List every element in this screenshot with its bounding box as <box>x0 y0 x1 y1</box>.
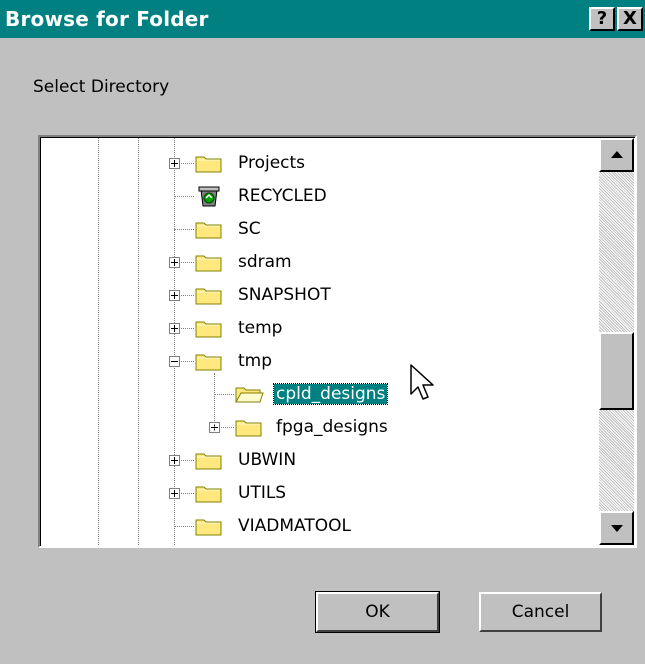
tree-item[interactable]: tmp <box>236 351 274 371</box>
collapse-icon[interactable] <box>169 356 180 367</box>
tree-item[interactable]: Projects <box>236 153 307 173</box>
arrow-up-icon <box>611 151 623 158</box>
cancel-button[interactable]: Cancel <box>479 592 602 632</box>
tree-item[interactable]: sdram <box>236 252 294 272</box>
title-bar[interactable]: Browse for Folder ? X <box>0 0 645 38</box>
folder-icon <box>194 251 224 273</box>
tree-connector-line <box>174 526 194 527</box>
expand-icon[interactable] <box>169 257 180 268</box>
tree-item[interactable]: fpga_designs <box>274 417 390 437</box>
tree-item-selected[interactable]: cpld_designs <box>272 383 389 405</box>
tree-item[interactable]: temp <box>236 318 284 338</box>
tree-guide-line <box>138 138 139 545</box>
folder-icon <box>194 482 224 504</box>
tree-item[interactable]: UBWIN <box>236 450 298 470</box>
vertical-scrollbar[interactable] <box>599 138 634 545</box>
folder-icon <box>194 515 224 537</box>
expand-icon[interactable] <box>169 158 180 169</box>
tree-guide-line <box>98 138 99 545</box>
tree-connector-line <box>214 394 234 395</box>
prompt-label: Select Directory <box>33 77 170 97</box>
expand-icon[interactable] <box>169 488 180 499</box>
help-button[interactable]: ? <box>589 7 615 31</box>
scroll-thumb[interactable] <box>599 332 634 410</box>
scroll-up-button[interactable] <box>599 138 634 172</box>
tree-item[interactable]: SC <box>236 219 263 239</box>
tree-item[interactable]: VIADMATOOL <box>236 516 353 536</box>
tree-guide-line <box>214 373 215 431</box>
folder-icon <box>194 218 224 240</box>
tree-item[interactable]: SNAPSHOT <box>236 285 333 305</box>
tree-connector-line <box>174 196 194 197</box>
arrow-down-icon <box>611 525 623 532</box>
folder-icon <box>194 317 224 339</box>
folder-tree[interactable]: Projects RECYCLED SC sdram SNAPSHOT temp tmp cp… <box>38 135 637 548</box>
tree-guide-line <box>174 138 175 545</box>
close-button[interactable]: X <box>617 7 643 31</box>
mouse-pointer-icon <box>410 364 434 400</box>
expand-icon[interactable] <box>169 455 180 466</box>
folder-icon <box>194 152 224 174</box>
folder-tree-view[interactable]: Projects RECYCLED SC sdram SNAPSHOT temp tmp cp… <box>40 137 635 546</box>
folder-icon <box>194 449 224 471</box>
tree-item[interactable]: UTILS <box>236 483 288 503</box>
folder-icon <box>194 350 224 372</box>
recycle-bin-icon <box>194 185 224 207</box>
window-title: Browse for Folder <box>5 7 209 31</box>
expand-icon[interactable] <box>169 290 180 301</box>
ok-button[interactable]: OK <box>315 591 440 633</box>
scroll-down-button[interactable] <box>599 511 634 545</box>
tree-item[interactable]: RECYCLED <box>236 186 329 206</box>
tree-connector-line <box>174 229 194 230</box>
expand-icon[interactable] <box>169 323 180 334</box>
folder-icon <box>194 284 224 306</box>
folder-icon <box>234 416 264 438</box>
open-folder-icon <box>234 383 264 405</box>
